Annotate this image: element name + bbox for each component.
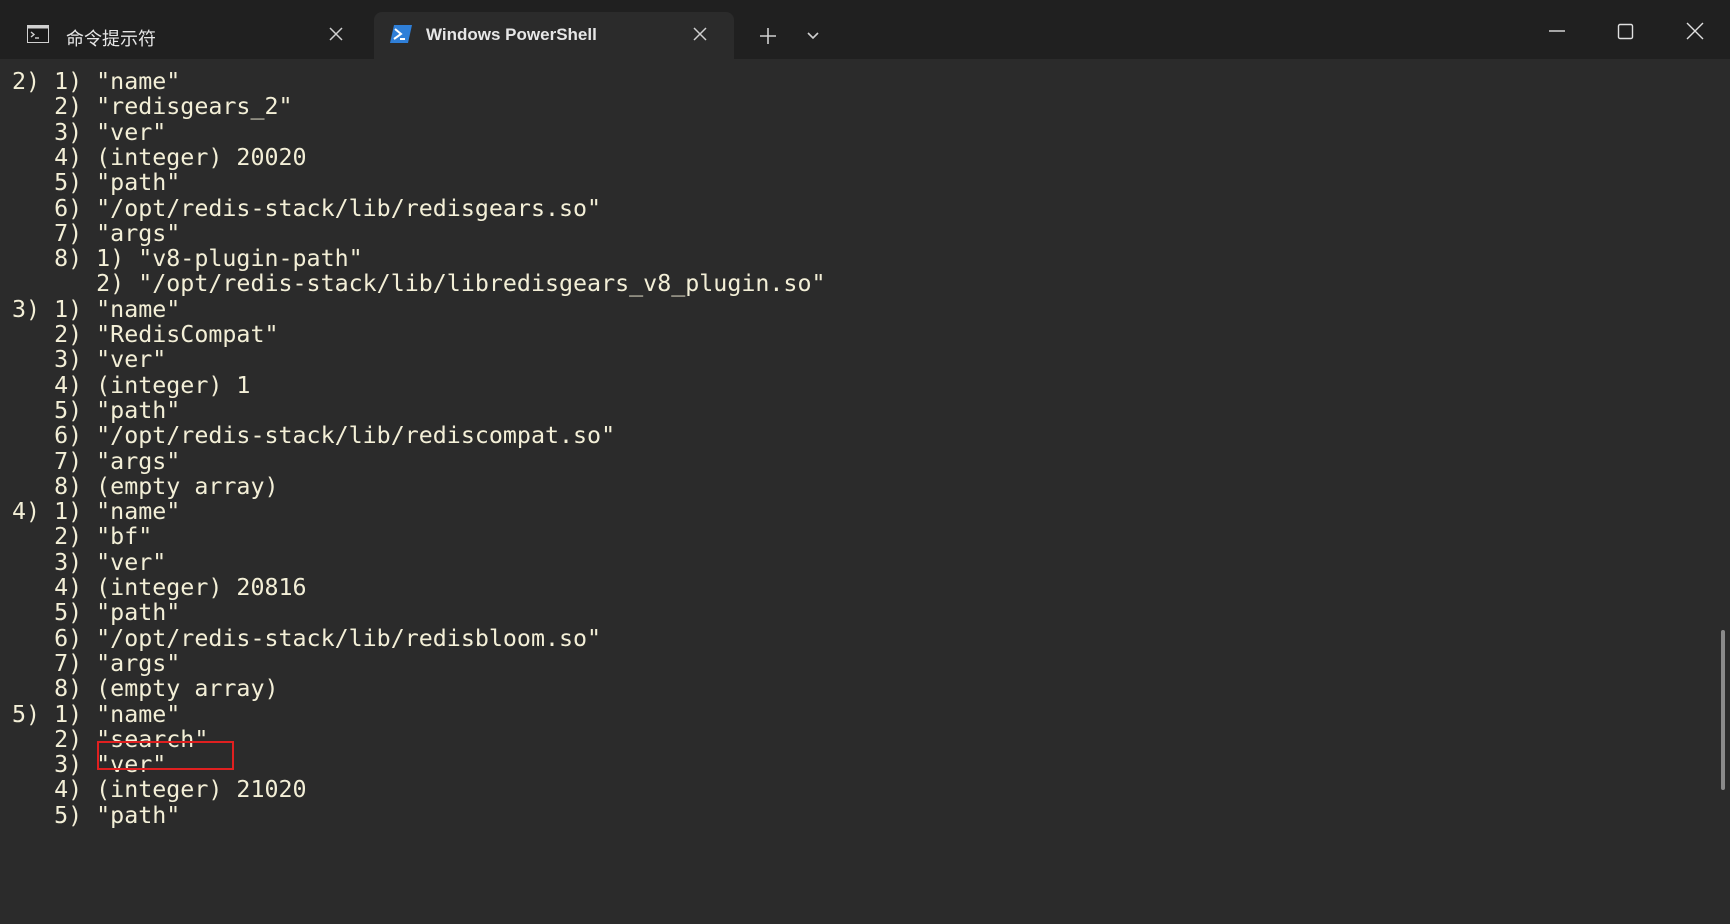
terminal-line: 4) 1) "name" xyxy=(12,498,181,526)
terminal-line: 2) "redisgears_2" xyxy=(12,93,293,121)
terminal-line: 3) "ver" xyxy=(12,548,167,576)
highlight-annotation xyxy=(97,741,234,770)
terminal-line: 5) "path" xyxy=(12,169,181,197)
plus-icon xyxy=(752,22,784,50)
terminal-line: 5) "path" xyxy=(12,599,181,627)
terminal-line: 2) "bf" xyxy=(12,523,153,551)
scrollbar-thumb[interactable] xyxy=(1721,630,1725,790)
minimize-button[interactable] xyxy=(1534,14,1580,48)
tab-cmd-close-icon[interactable] xyxy=(326,24,346,44)
terminal-output[interactable]: 2) 1) "name" 2) "redisgears_2" 3) "ver" … xyxy=(0,59,1720,924)
terminal-line: 5) 1) "name" xyxy=(12,700,181,728)
terminal-line: 4) (integer) 21020 xyxy=(12,776,307,804)
maximize-icon xyxy=(1602,14,1648,48)
terminal-line: 3) "ver" xyxy=(12,118,167,146)
terminal-line: 7) "args" xyxy=(12,447,181,475)
title-bar: 命令提示符 Windows PowerShell xyxy=(0,0,1730,59)
terminal-line: 5) "path" xyxy=(12,801,181,829)
powershell-icon xyxy=(390,25,412,43)
terminal-line: 3) "ver" xyxy=(12,346,167,374)
tab-cmd[interactable]: 命令提示符 xyxy=(0,12,368,59)
cmd-icon xyxy=(27,25,49,43)
close-icon xyxy=(1672,14,1718,48)
terminal-line: 4) (integer) 20816 xyxy=(12,574,307,601)
terminal-line: 2) "/opt/redis-stack/lib/libredisgears_v… xyxy=(12,270,826,298)
terminal-line: 7) "args" xyxy=(12,219,181,247)
terminal-line: 8) (empty array) xyxy=(12,675,279,703)
scrollbar[interactable] xyxy=(1718,59,1730,924)
tab-powershell-close-icon[interactable] xyxy=(690,24,710,44)
terminal-line: 8) (empty array) xyxy=(12,472,279,500)
terminal-line: 4) (integer) 20020 xyxy=(12,143,307,171)
tab-powershell-label: Windows PowerShell xyxy=(426,25,597,44)
terminal-line: 8) 1) "v8-plugin-path" xyxy=(12,245,363,273)
terminal-line: 5) "path" xyxy=(12,396,181,424)
terminal-window: 命令提示符 Windows PowerShell 2) 1) "name" 2)… xyxy=(0,0,1730,924)
terminal-line: 7) "args" xyxy=(12,649,181,677)
terminal-line: 2) "RedisCompat" xyxy=(12,321,279,348)
terminal-line: 3) 1) "name" xyxy=(12,295,181,323)
terminal-line: 6) "/opt/redis-stack/lib/rediscompat.so" xyxy=(12,422,616,450)
tab-powershell[interactable]: Windows PowerShell xyxy=(374,12,734,59)
terminal-line: 6) "/opt/redis-stack/lib/redisbloom.so" xyxy=(12,624,602,652)
maximize-button[interactable] xyxy=(1602,14,1648,48)
tab-cmd-label: 命令提示符 xyxy=(66,29,156,49)
terminal-line: 6) "/opt/redis-stack/lib/redisgears.so" xyxy=(12,194,602,222)
minimize-icon xyxy=(1534,14,1580,48)
new-tab-button[interactable] xyxy=(752,22,784,50)
terminal-line: 2) 1) "name" xyxy=(12,68,181,95)
chevron-down-icon xyxy=(798,22,828,50)
tab-dropdown-button[interactable] xyxy=(798,22,828,50)
close-window-button[interactable] xyxy=(1672,14,1718,48)
terminal-line: 4) (integer) 1 xyxy=(12,371,251,399)
